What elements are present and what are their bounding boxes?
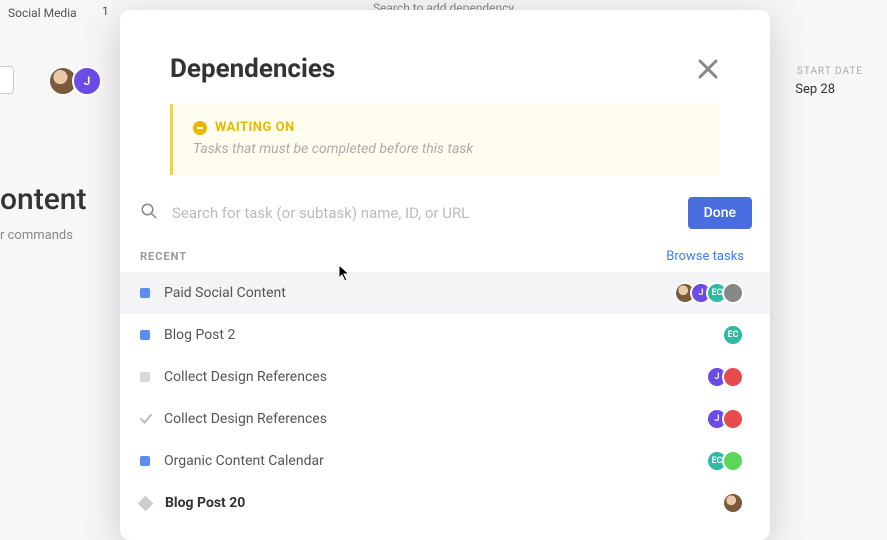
recent-label: RECENT: [140, 250, 187, 263]
task-name: Collect Design References: [164, 369, 706, 385]
task-name: Blog Post 2: [164, 327, 722, 343]
bg-complete-toggle-fragment[interactable]: [0, 66, 14, 94]
avatar[interactable]: J: [72, 66, 102, 96]
task-row[interactable]: Collect Design ReferencesJ: [120, 356, 770, 398]
waiting-on-header: WAITING ON: [193, 120, 700, 135]
task-row[interactable]: Paid Social ContentJEC: [120, 272, 770, 314]
waiting-on-icon: [193, 121, 207, 135]
assignee-stack[interactable]: J: [706, 408, 744, 430]
modal-header: Dependencies: [120, 10, 770, 104]
bg-commands-fragment: r commands: [0, 228, 73, 243]
close-button[interactable]: [696, 57, 720, 81]
waiting-on-subtitle: Tasks that must be completed before this…: [193, 141, 700, 157]
start-date-value[interactable]: Sep 28: [795, 82, 835, 97]
task-row[interactable]: Blog Post 2EC: [120, 314, 770, 356]
status-check-icon: [140, 413, 152, 425]
task-name: Organic Content Calendar: [164, 453, 706, 469]
task-name: Paid Social Content: [164, 285, 674, 301]
task-row[interactable]: Organic Content CalendarEC: [120, 440, 770, 482]
browse-tasks-link[interactable]: Browse tasks: [666, 249, 744, 264]
avatar[interactable]: [722, 408, 744, 430]
list-header: RECENT Browse tasks: [120, 249, 770, 272]
avatar[interactable]: [722, 492, 744, 514]
bg-assignee-avatars[interactable]: J: [48, 66, 102, 96]
dependencies-modal: Dependencies WAITING ON Tasks that must …: [120, 10, 770, 540]
assignee-stack[interactable]: [722, 492, 744, 514]
status-diamond-icon: [138, 495, 154, 511]
task-row[interactable]: Collect Design ReferencesJ: [120, 398, 770, 440]
avatar[interactable]: [722, 450, 744, 472]
waiting-on-banner: WAITING ON Tasks that must be completed …: [170, 104, 720, 175]
search-icon: [140, 202, 158, 224]
status-square-icon: [140, 456, 150, 466]
bg-task-title-fragment: ontent: [0, 182, 86, 217]
bg-tab[interactable]: Social Media: [0, 4, 85, 22]
assignee-stack[interactable]: JEC: [674, 282, 744, 304]
modal-title: Dependencies: [170, 54, 335, 84]
assignee-stack[interactable]: EC: [706, 450, 744, 472]
recent-task-list: Paid Social ContentJECBlog Post 2ECColle…: [120, 272, 770, 524]
avatar[interactable]: [722, 366, 744, 388]
waiting-on-label: WAITING ON: [215, 120, 295, 135]
bg-tab-count: 1: [102, 4, 109, 18]
close-icon: [696, 57, 720, 81]
assignee-stack[interactable]: J: [706, 366, 744, 388]
status-square-icon: [140, 372, 150, 382]
assignee-stack[interactable]: EC: [722, 324, 744, 346]
avatar[interactable]: [722, 282, 744, 304]
done-button[interactable]: Done: [688, 197, 752, 229]
status-square-icon: [140, 330, 150, 340]
dependency-search-input[interactable]: [172, 204, 674, 222]
start-date-label: START DATE: [797, 66, 863, 77]
task-name: Collect Design References: [164, 411, 706, 427]
status-square-icon: [140, 288, 150, 298]
avatar[interactable]: EC: [722, 324, 744, 346]
task-row[interactable]: Blog Post 20: [120, 482, 770, 524]
task-name: Blog Post 20: [165, 495, 722, 511]
search-row: Done: [120, 191, 770, 235]
